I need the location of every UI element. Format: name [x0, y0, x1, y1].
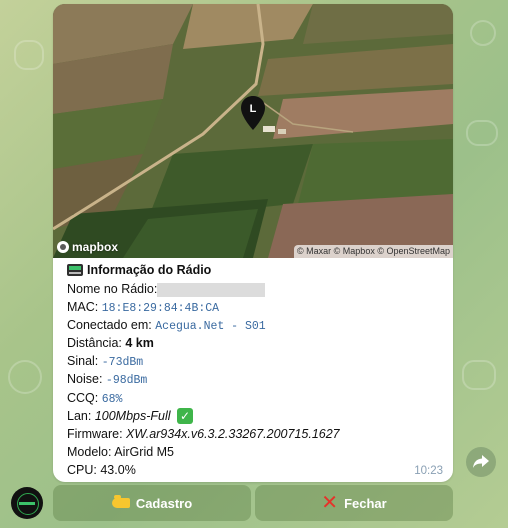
- check-mark-icon: ✓: [177, 408, 194, 425]
- avatar-bar: [19, 502, 35, 505]
- mac-label: MAC:: [67, 300, 99, 315]
- conectado-value[interactable]: Acegua.Net - S01: [155, 320, 265, 333]
- background-doodle: [462, 360, 496, 390]
- background-doodle: [14, 40, 44, 70]
- mapbox-logo: mapbox: [57, 240, 118, 254]
- info-title-row: Informação do Rádio: [67, 260, 447, 280]
- modelo-label: Modelo:: [67, 444, 112, 459]
- message-time: 10:23: [414, 465, 443, 477]
- background-doodle: [466, 120, 498, 146]
- mac-value[interactable]: 18:E8:29:84:4B:CA: [102, 302, 219, 315]
- noise-label: Noise:: [67, 372, 103, 387]
- mac-row: MAC: 18:E8:29:84:4B:CA: [67, 298, 447, 316]
- nome-label: Nome no Rádio:: [67, 282, 158, 296]
- nome-redacted: [157, 282, 266, 297]
- cpu-value: 43.0%: [100, 462, 136, 477]
- ccq-row: CCQ: 68%: [67, 389, 447, 407]
- distancia-label: Distância:: [67, 336, 122, 351]
- share-button[interactable]: [466, 447, 496, 477]
- cross-mark-icon: ✕: [321, 492, 339, 514]
- info-title: Informação do Rádio: [87, 263, 212, 277]
- conectado-label: Conectado em:: [67, 318, 152, 333]
- radio-icon: [67, 264, 83, 276]
- sinal-value[interactable]: -73dBm: [102, 356, 143, 369]
- distancia-row: Distância: 4 km: [67, 334, 447, 352]
- radio-info: Informação do Rádio Nome no Rádio: MAC: …: [67, 260, 447, 479]
- ccq-value[interactable]: 68%: [102, 393, 123, 406]
- map-attribution[interactable]: © Maxar © Mapbox © OpenStreetMap: [294, 245, 453, 258]
- cpu-label: CPU:: [67, 462, 97, 477]
- sinal-row: Sinal: -73dBm: [67, 352, 447, 370]
- mapbox-logo-text: mapbox: [72, 240, 119, 254]
- cadastro-label: Cadastro: [135, 495, 193, 511]
- map-view[interactable]: L mapbox © Maxar © Mapbox © OpenStreetMa…: [53, 4, 453, 258]
- firmware-label: Firmware:: [67, 426, 123, 441]
- distancia-value: 4 km: [125, 336, 154, 351]
- fechar-button[interactable]: ✕ Fechar: [255, 485, 453, 521]
- nome-row: Nome no Rádio:: [67, 280, 447, 298]
- share-arrow-icon: [473, 455, 489, 468]
- noise-row: Noise: -98dBm: [67, 370, 447, 388]
- modelo-value: AirGrid M5: [114, 444, 175, 459]
- lan-value: 100Mbps-Full: [94, 408, 171, 423]
- firmware-row: Firmware: XW.ar934x.v6.3.2.33267.200715.…: [67, 425, 447, 443]
- sinal-label: Sinal:: [67, 354, 99, 369]
- noise-value[interactable]: -98dBm: [106, 374, 147, 387]
- message-bubble: L mapbox © Maxar © Mapbox © OpenStreetMa…: [53, 4, 453, 482]
- lan-label: Lan:: [67, 408, 92, 423]
- mapbox-logo-icon: [57, 241, 69, 253]
- firmware-value: XW.ar934x.v6.3.2.33267.200715.1627: [126, 426, 340, 441]
- modelo-row: Modelo: AirGrid M5: [67, 443, 447, 461]
- lan-row: Lan: 100Mbps-Full ✓: [67, 407, 447, 425]
- cadastro-button[interactable]: Cadastro: [53, 485, 251, 521]
- conectado-row: Conectado em: Acegua.Net - S01: [67, 316, 447, 334]
- pin-label: L: [250, 103, 257, 115]
- cpu-row: CPU: 43.0%: [67, 461, 447, 479]
- background-doodle: [8, 360, 42, 394]
- background-doodle: [470, 20, 496, 46]
- avatar[interactable]: [11, 487, 43, 519]
- fechar-label: Fechar: [344, 495, 387, 511]
- pointing-hand-icon: [111, 495, 130, 508]
- ccq-label: CCQ:: [67, 390, 99, 405]
- satellite-map: [53, 4, 453, 258]
